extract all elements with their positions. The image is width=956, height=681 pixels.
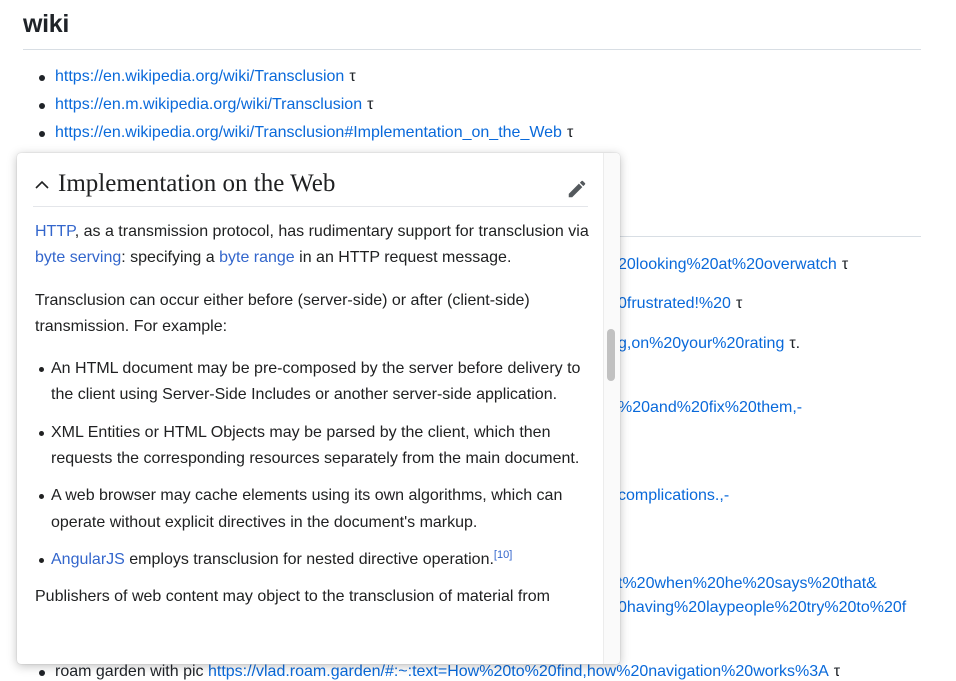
list-item: An HTML document may be pre-composed by …	[35, 356, 590, 409]
byte-range-link[interactable]: byte range	[219, 249, 295, 266]
link-fragment[interactable]: 20looking%20at%20overwatch	[618, 256, 837, 273]
link-fragment[interactable]: g,on%20your%20rating	[618, 335, 784, 352]
scrollbar-thumb[interactable]	[607, 329, 615, 381]
list-item: https://en.wikipedia.org/wiki/Transclusi…	[39, 68, 356, 86]
transclusion-marker-icon[interactable]: τ	[367, 96, 373, 113]
paragraph: Transclusion can occur either before (se…	[35, 291, 530, 335]
reference-link[interactable]: [10]	[494, 549, 512, 561]
chevron-up-icon[interactable]	[34, 177, 50, 193]
list-item: %20and%20fix%20them,-	[618, 399, 802, 417]
transclusion-marker-icon[interactable]: τ	[842, 256, 848, 273]
link-fragment[interactable]: %20and%20fix%20them,-	[618, 399, 802, 416]
wiki-link-2[interactable]: https://en.m.wikipedia.org/wiki/Transclu…	[55, 96, 362, 113]
transclusion-popup: Implementation on the Web HTTP, as a tra…	[17, 153, 620, 664]
link-fragment[interactable]: complications.,-	[618, 487, 729, 504]
list-item: 20looking%20at%20overwatch τ	[618, 256, 848, 274]
example-list: An HTML document may be pre-composed by …	[35, 356, 590, 573]
transclusion-marker-icon[interactable]: τ	[736, 295, 742, 312]
wiki-link-3[interactable]: https://en.wikipedia.org/wiki/Transclusi…	[55, 124, 562, 141]
transclusion-marker-icon[interactable]: τ	[567, 124, 573, 141]
angularjs-link[interactable]: AngularJS	[51, 551, 125, 568]
paragraph: HTTP, as a transmission protocol, has ru…	[35, 223, 589, 267]
list-item: https://en.m.wikipedia.org/wiki/Transclu…	[39, 96, 373, 114]
transclusion-marker-icon[interactable]: τ	[834, 663, 840, 680]
popup-header: Implementation on the Web	[33, 163, 588, 207]
link-fragment[interactable]: 0frustrated!%20	[618, 295, 731, 312]
list-item-text: roam garden with pic	[55, 663, 208, 680]
pencil-icon[interactable]	[566, 178, 588, 200]
link-fragment[interactable]: 0having%20laypeople%20try%20to%20f	[618, 599, 906, 616]
link-fragment[interactable]: t%20when%20he%20says%20that&	[618, 575, 877, 592]
list-item: 0frustrated!%20 τ	[618, 295, 742, 313]
transclusion-marker-icon[interactable]: τ	[349, 68, 355, 85]
http-link[interactable]: HTTP	[35, 223, 75, 240]
list-item: AngularJS employs transclusion for neste…	[35, 547, 590, 573]
list-item: XML Entities or HTML Objects may be pars…	[35, 420, 590, 473]
list-item: g,on%20your%20rating τ.	[618, 335, 801, 352]
scrollbar-track[interactable]	[603, 153, 620, 664]
popup-content: HTTP, as a transmission protocol, has ru…	[35, 219, 590, 627]
popup-title: Implementation on the Web	[58, 170, 336, 197]
list-item: roam garden with pic https://vlad.roam.g…	[39, 663, 840, 681]
list-item: complications.,-	[618, 487, 729, 505]
list-item: t%20when%20he%20says%20that&	[618, 575, 877, 593]
list-item: https://en.wikipedia.org/wiki/Transclusi…	[39, 124, 573, 142]
section-heading: wiki	[23, 10, 921, 50]
divider	[600, 236, 921, 237]
paragraph: Publishers of web content may object to …	[35, 588, 550, 606]
list-item: A web browser may cache elements using i…	[35, 483, 590, 536]
wiki-link-1[interactable]: https://en.wikipedia.org/wiki/Transclusi…	[55, 68, 344, 85]
byte-serving-link[interactable]: byte serving	[35, 249, 121, 266]
roam-garden-link[interactable]: https://vlad.roam.garden/#:~:text=How%20…	[208, 663, 829, 680]
list-item: 0having%20laypeople%20try%20to%20f	[618, 599, 906, 617]
